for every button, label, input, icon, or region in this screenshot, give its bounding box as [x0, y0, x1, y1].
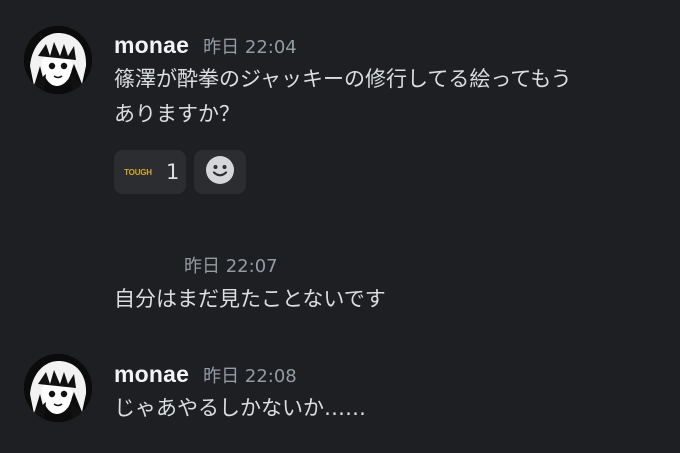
- smile-icon: [205, 155, 235, 189]
- chat-message-list: monae 昨日 22:04 篠澤が酔拳のジャッキーの修行してる絵ってもう あり…: [0, 0, 680, 453]
- avatar[interactable]: [24, 354, 92, 422]
- timestamp: 昨日 22:04: [203, 37, 297, 58]
- avatar[interactable]: [24, 26, 92, 94]
- tough-emoji-icon: TOUGH: [124, 167, 152, 177]
- message-header: monae 昨日 22:04: [114, 32, 297, 62]
- timestamp: 昨日 22:07: [184, 256, 278, 277]
- message-text: 自分はまだ見たことないです: [114, 287, 386, 311]
- message-text: 篠澤が酔拳のジャッキーの修行してる絵ってもう ありますか？: [114, 67, 572, 126]
- reaction-tough[interactable]: TOUGH 1: [114, 150, 186, 194]
- add-reaction-button[interactable]: [194, 150, 246, 194]
- reaction-bar: TOUGH 1: [114, 150, 246, 194]
- message-text: じゃあやるしかないか……: [114, 396, 366, 420]
- message-header: monae 昨日 22:08: [114, 361, 297, 391]
- username[interactable]: monae: [114, 32, 189, 59]
- timestamp: 昨日 22:08: [203, 366, 297, 387]
- reaction-count: 1: [166, 160, 180, 184]
- username[interactable]: monae: [114, 361, 189, 388]
